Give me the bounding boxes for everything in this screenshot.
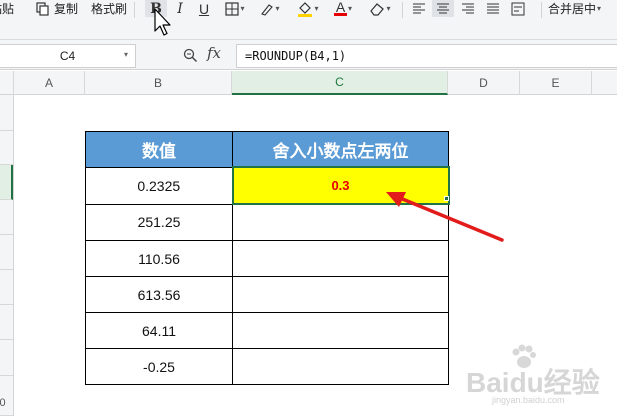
row-header-label: 0 — [0, 397, 6, 409]
ribbon-toolbar: 粘贴 复制 格式刷 B I U ▾ ▾ ▾ A ▾ — [0, 0, 617, 40]
mouse-cursor-icon — [154, 8, 171, 36]
wrap-text-button[interactable] — [508, 0, 528, 17]
chevron-down-icon: ▾ — [240, 4, 245, 13]
result-cell[interactable] — [232, 348, 449, 385]
ribbon-divider — [541, 2, 542, 18]
align-left-icon — [412, 3, 426, 15]
table-row: 64.11 — [85, 312, 449, 349]
header-cell-rounded[interactable]: 舍入小数点左两位 — [232, 131, 449, 168]
italic-button[interactable]: I — [170, 0, 190, 17]
align-left-button[interactable] — [409, 0, 429, 17]
row-header-active[interactable] — [0, 165, 13, 200]
ribbon-divider — [402, 2, 403, 18]
eraser-icon — [369, 2, 385, 16]
chevron-down-icon: ▾ — [347, 4, 352, 13]
zoom-icon[interactable] — [183, 48, 198, 68]
underline-label: U — [198, 0, 210, 17]
merge-center-label: 合并居中 — [548, 2, 597, 16]
data-table: 数值 舍入小数点左两位 0.2325 0.3 251.25 110.56 613… — [85, 131, 450, 385]
italic-label: I — [177, 0, 183, 17]
format-painter-button[interactable]: 格式刷 — [91, 0, 127, 17]
row-header[interactable] — [0, 200, 13, 235]
table-row: 613.56 — [85, 276, 449, 313]
value-cell[interactable]: 0.2325 — [85, 166, 233, 205]
row-header[interactable] — [0, 235, 13, 270]
header-cell-value[interactable]: 数值 — [85, 131, 233, 168]
copy-button[interactable]: 复制 — [36, 0, 78, 17]
column-header-e[interactable]: E — [520, 71, 592, 95]
paste-button[interactable]: 粘贴 — [0, 0, 32, 17]
column-header-d[interactable]: D — [448, 71, 520, 95]
font-color-letter: A — [335, 0, 346, 15]
font-color-button[interactable]: A ▾ — [329, 0, 357, 17]
annotation-arrow-icon — [386, 192, 504, 242]
column-header-bar: A B C D E — [0, 71, 617, 95]
fill-bucket-icon — [297, 1, 313, 17]
result-cell[interactable] — [232, 276, 449, 313]
align-right-icon — [461, 3, 475, 15]
row-header[interactable] — [0, 305, 13, 340]
fill-color-button[interactable]: ▾ — [294, 0, 322, 17]
clear-button[interactable]: ▾ — [366, 0, 394, 17]
chevron-down-icon: ▾ — [275, 4, 280, 13]
watermark: Baidu经验 jingyan.baidu.com — [466, 343, 616, 408]
column-header-b[interactable]: B — [85, 71, 232, 95]
row-header[interactable] — [0, 340, 13, 376]
formula-input[interactable]: =ROUNDUP(B4,1) — [236, 44, 617, 68]
result-cell[interactable] — [232, 312, 449, 349]
copy-label: 复制 — [54, 2, 79, 16]
value-cell[interactable]: -0.25 — [85, 348, 233, 385]
paste-label: 粘贴 — [0, 2, 15, 16]
table-row: -0.25 — [85, 348, 449, 385]
chevron-down-icon: ▾ — [386, 4, 391, 13]
chevron-down-icon: ▾ — [597, 4, 602, 13]
value-cell[interactable]: 64.11 — [85, 312, 233, 349]
row-header[interactable] — [0, 95, 13, 131]
borders-icon — [225, 1, 240, 16]
borders-button[interactable]: ▾ — [221, 0, 249, 17]
justify-icon — [486, 3, 500, 15]
column-header-a[interactable]: A — [14, 71, 85, 95]
table-header-row: 数值 舍入小数点左两位 — [85, 131, 449, 168]
value-cell[interactable]: 613.56 — [85, 276, 233, 313]
ribbon-divider — [134, 2, 135, 18]
wrap-text-icon — [511, 2, 525, 16]
justify-button[interactable] — [483, 0, 503, 17]
chevron-down-icon: ▾ — [314, 4, 319, 13]
value-cell[interactable]: 110.56 — [85, 240, 233, 277]
font-color-icon: A — [333, 0, 347, 16]
watermark-url: jingyan.baidu.com — [492, 395, 565, 405]
format-painter-label: 格式刷 — [91, 2, 128, 16]
merge-center-button[interactable]: 合并居中 ▾ — [548, 0, 601, 17]
brush-icon — [260, 2, 274, 16]
style-button[interactable]: ▾ — [256, 0, 284, 17]
select-all-corner[interactable] — [0, 71, 14, 95]
row-header[interactable] — [0, 270, 13, 305]
underline-button[interactable]: U — [194, 0, 214, 17]
row-header-bar: 0 — [0, 95, 14, 416]
name-box[interactable]: C4 — [0, 44, 136, 68]
formula-bar-row: C4 ▾ fx =ROUNDUP(B4,1) — [0, 40, 617, 70]
value-cell[interactable]: 251.25 — [85, 203, 233, 241]
copy-icon — [36, 1, 50, 16]
column-header-c[interactable]: C — [232, 71, 448, 95]
row-header[interactable]: 0 — [0, 376, 13, 416]
align-center-button[interactable] — [432, 0, 454, 17]
chevron-down-icon[interactable]: ▾ — [124, 50, 128, 59]
align-right-button[interactable] — [458, 0, 478, 17]
align-center-icon — [436, 3, 450, 15]
insert-function-icon[interactable]: fx — [207, 44, 221, 62]
row-header[interactable] — [0, 131, 13, 165]
